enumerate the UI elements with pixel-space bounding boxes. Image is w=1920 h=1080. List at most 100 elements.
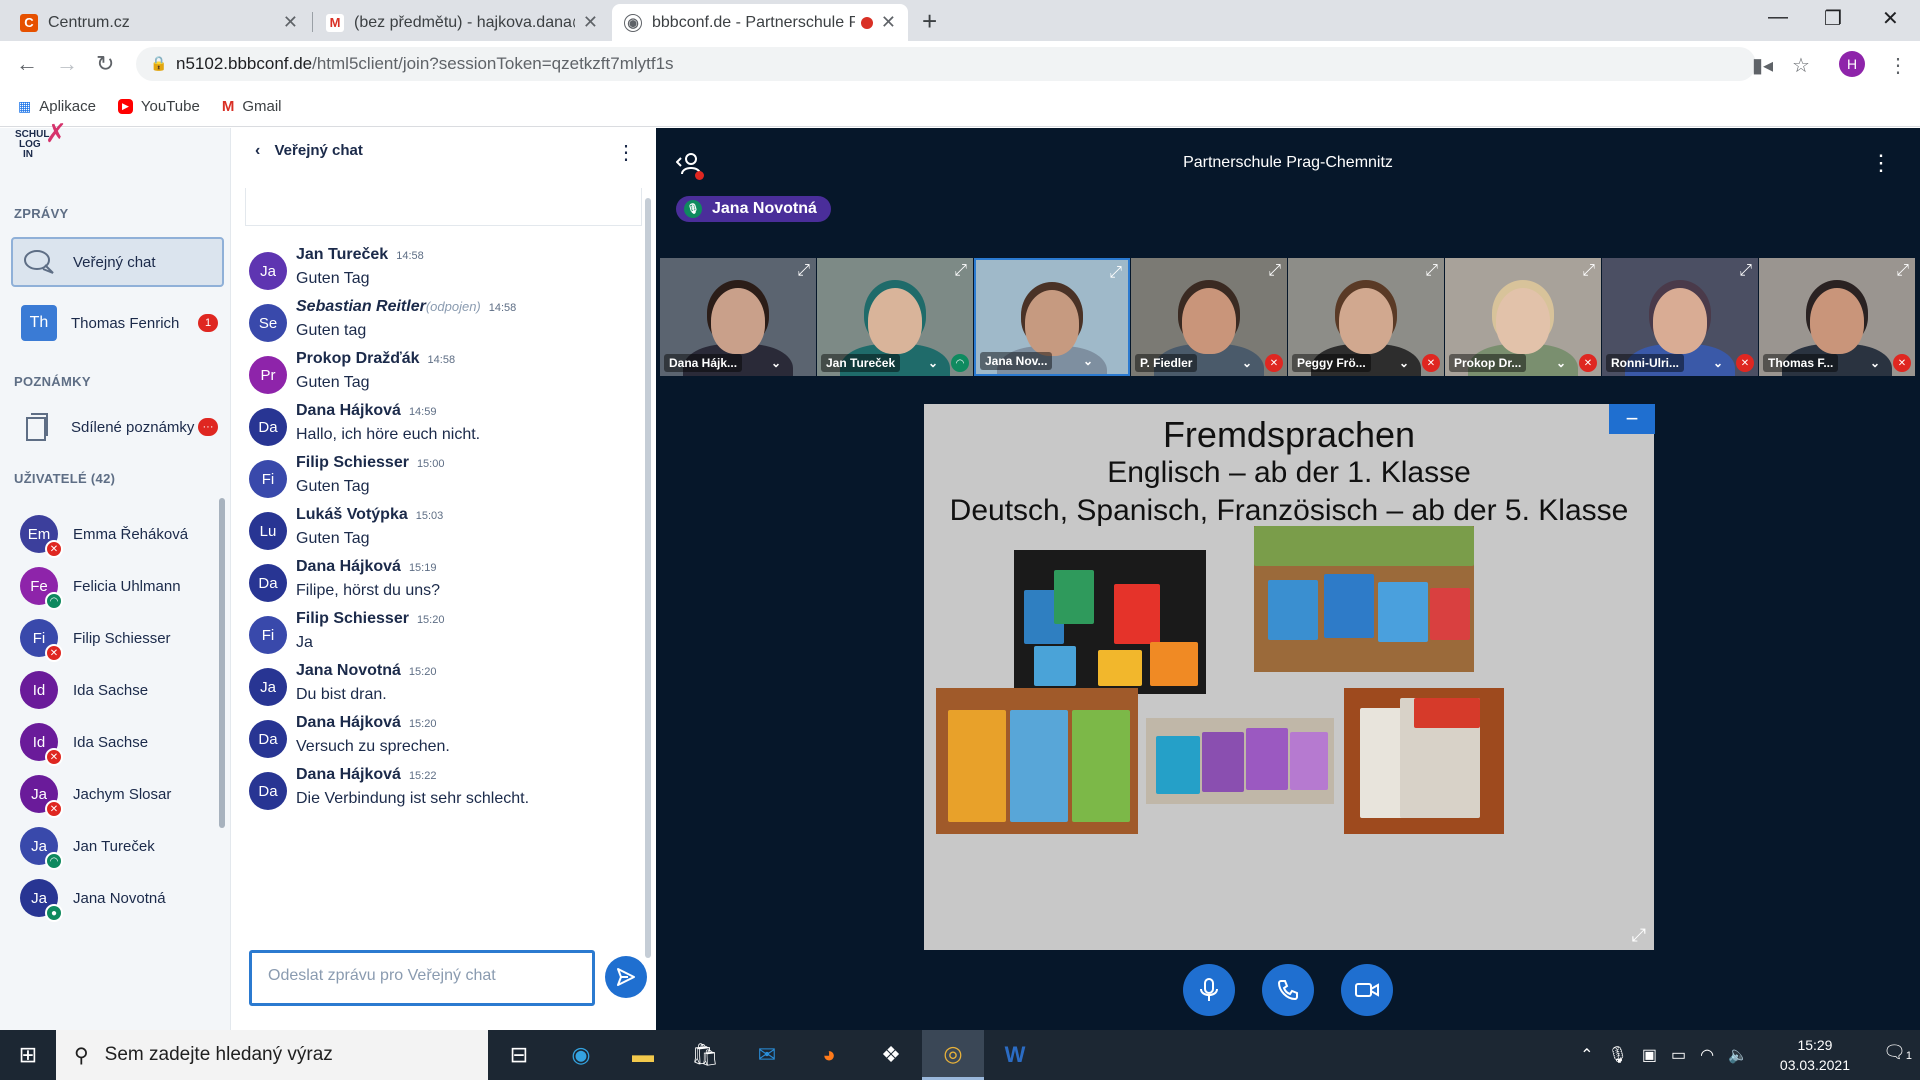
microphone-button[interactable] <box>1183 964 1235 1016</box>
windows-start-icon[interactable]: ⊞ <box>0 1030 56 1080</box>
fullscreen-icon[interactable]: ⤢ <box>1739 262 1752 280</box>
bookmark-youtube[interactable]: ▶ YouTube <box>117 98 200 115</box>
fullscreen-icon[interactable]: ⤢ <box>1896 262 1909 280</box>
chat-scrollbar[interactable] <box>645 198 651 958</box>
close-tab-icon[interactable]: ✕ <box>881 12 896 33</box>
chevron-down-icon[interactable]: ⌄ <box>923 354 943 372</box>
fullscreen-icon[interactable]: ⤢ <box>1425 262 1438 280</box>
webcam-tile[interactable]: ⤢ Dana Hájk... ⌄ <box>660 258 816 376</box>
webcam-label[interactable]: Dana Hájk... <box>664 354 743 372</box>
webcam-tile[interactable]: ⤢ Jan Tureček ⌄ ◠ <box>817 258 973 376</box>
user-list-item[interactable]: Ja ● Jana Novotná <box>20 872 220 924</box>
forward-icon[interactable]: → <box>56 51 78 77</box>
taskbar-clock[interactable]: 15:29 03.03.2021 <box>1780 1035 1850 1075</box>
webcam-tile[interactable]: ⤢ Peggy Frö... ⌄ ✕ <box>1288 258 1444 376</box>
user-list-item[interactable]: Id ✕ Ida Sachse <box>20 716 220 768</box>
tab-bbbconf[interactable]: ◉ bbbconf.de - Partnerschule P ✕ <box>612 4 908 41</box>
webcam-tile[interactable]: ⤢ P. Fiedler ⌄ ✕ <box>1131 258 1287 376</box>
chevron-down-icon[interactable]: ⌄ <box>1551 354 1571 372</box>
reload-icon[interactable]: ↻ <box>96 51 114 77</box>
volume-icon[interactable]: 🔈 <box>1728 1045 1748 1065</box>
webcam-label[interactable]: Prokop Dr... <box>1449 354 1527 372</box>
close-tab-icon[interactable]: ✕ <box>283 12 298 33</box>
webcam-label[interactable]: Ronni-Ulri... <box>1606 354 1684 372</box>
audio-phone-button[interactable] <box>1262 964 1314 1016</box>
wifi-icon[interactable]: ◠ <box>1700 1045 1714 1065</box>
chrome-icon[interactable]: ◎ <box>922 1030 984 1080</box>
user-list-scrollbar[interactable] <box>219 498 225 828</box>
private-chat-item[interactable]: Th Thomas Fenrich 1 <box>11 298 224 348</box>
chat-header[interactable]: ‹ Veřejný chat <box>255 142 363 160</box>
chat-bubble-icon <box>24 250 54 274</box>
webcam-label[interactable]: Jan Tureček <box>821 354 901 372</box>
webcam-tile[interactable]: ⤢ Thomas F... ⌄ ✕ <box>1759 258 1915 376</box>
camera-tray-icon[interactable]: ▣ <box>1642 1045 1657 1065</box>
shared-notes-item[interactable]: Sdílené poznámky ··· <box>11 402 224 452</box>
url-field[interactable]: 🔒 n5102.bbbconf.de/html5client/join?sess… <box>136 47 1756 81</box>
minimize-window-icon[interactable]: — <box>1768 6 1788 29</box>
chat-message: Ja Jan Tureček 14:58 Guten Tag <box>249 246 629 306</box>
chevron-up-icon[interactable]: ⌃ <box>1580 1045 1593 1065</box>
fullscreen-presentation-icon[interactable]: ⤢ <box>1632 925 1646 946</box>
user-list-item[interactable]: Em ✕ Emma Řeháková <box>20 508 220 560</box>
user-list-item[interactable]: Fe ◠ Felicia Uhlmann <box>20 560 220 612</box>
mail-icon[interactable]: ✉ <box>736 1030 798 1080</box>
word-icon[interactable]: W <box>984 1030 1046 1080</box>
webcam-label[interactable]: Jana Nov... <box>980 352 1053 370</box>
close-tab-icon[interactable]: ✕ <box>583 12 598 33</box>
store-icon[interactable]: 🛍 <box>674 1030 736 1080</box>
new-tab-button[interactable]: + <box>922 6 937 37</box>
battery-icon[interactable]: ▭ <box>1671 1045 1686 1065</box>
webcam-label[interactable]: Thomas F... <box>1763 354 1839 372</box>
chevron-down-icon[interactable]: ⌄ <box>1865 354 1885 372</box>
chevron-down-icon[interactable]: ⌄ <box>1078 352 1098 370</box>
camera-icon[interactable]: ▮◂ <box>1752 53 1773 78</box>
task-view-icon[interactable]: ⊟ <box>488 1030 550 1080</box>
chevron-down-icon[interactable]: ⌄ <box>766 354 786 372</box>
chevron-down-icon[interactable]: ⌄ <box>1237 354 1257 372</box>
user-list-item[interactable]: Ja ✕ Jachym Slosar <box>20 768 220 820</box>
public-chat-item[interactable]: Veřejný chat <box>11 237 224 287</box>
taskbar-search[interactable]: ⚲ Sem zadejte hledaný výraz <box>56 1030 488 1080</box>
chat-message-input[interactable]: Odeslat zprávu pro Veřejný chat <box>249 950 595 1006</box>
tab-gmail[interactable]: M (bez předmětu) - hajkova.dana@ ✕ <box>314 4 610 41</box>
profile-avatar[interactable]: H <box>1839 51 1865 77</box>
fullscreen-icon[interactable]: ⤢ <box>797 262 810 280</box>
fullscreen-icon[interactable]: ⤢ <box>1268 262 1281 280</box>
webcam-label[interactable]: P. Fiedler <box>1135 354 1198 372</box>
user-list-item[interactable]: Fi ✕ Filip Schiesser <box>20 612 220 664</box>
restore-window-icon[interactable]: ❐ <box>1824 6 1842 31</box>
user-list-item[interactable]: Ja ◠ Jan Tureček <box>20 820 220 872</box>
user-name: Ida Sachse <box>73 733 149 751</box>
webcam-tile[interactable]: ⤢ Ronni-Ulri... ⌄ ✕ <box>1602 258 1758 376</box>
star-icon[interactable]: ☆ <box>1792 53 1810 78</box>
send-message-button[interactable] <box>605 956 647 998</box>
fullscreen-icon[interactable]: ⤢ <box>1109 264 1122 282</box>
webcam-tile[interactable]: ⤢ Prokop Dr... ⌄ ✕ <box>1445 258 1601 376</box>
bookmark-apps[interactable]: ▦ Aplikace <box>18 98 96 115</box>
firefox-icon[interactable]: ◕ <box>798 1030 860 1080</box>
microphone-tray-icon[interactable]: 🎙 <box>1608 1045 1628 1065</box>
webcam-tile[interactable]: ⤢ Jana Nov... ⌄ <box>974 258 1130 376</box>
dropbox-icon[interactable]: ❖ <box>860 1030 922 1080</box>
bookmark-gmail[interactable]: M Gmail <box>222 98 282 115</box>
chat-options-icon[interactable]: ⋮ <box>616 140 636 165</box>
tab-centrum[interactable]: C Centrum.cz ✕ <box>8 4 310 41</box>
chevron-left-icon[interactable]: ‹ <box>255 142 260 159</box>
talking-indicator[interactable]: 🎙 Jana Novotná <box>676 196 831 222</box>
bookmark-label: Gmail <box>242 98 282 115</box>
file-explorer-icon[interactable]: ▬ <box>612 1030 674 1080</box>
fullscreen-icon[interactable]: ⤢ <box>1582 262 1595 280</box>
meeting-options-icon[interactable]: ⋮ <box>1870 150 1892 176</box>
fullscreen-icon[interactable]: ⤢ <box>954 262 967 280</box>
notification-center-icon[interactable]: 🗨 1 <box>1883 1042 1912 1063</box>
back-icon[interactable]: ← <box>16 51 38 77</box>
chevron-down-icon[interactable]: ⌄ <box>1394 354 1414 372</box>
webcam-label[interactable]: Peggy Frö... <box>1292 354 1371 372</box>
webcam-button[interactable] <box>1341 964 1393 1016</box>
user-list-item[interactable]: Id Ida Sachse <box>20 664 220 716</box>
chevron-down-icon[interactable]: ⌄ <box>1708 354 1728 372</box>
browser-menu-icon[interactable]: ⋮ <box>1888 53 1908 78</box>
close-window-icon[interactable]: ✕ <box>1882 6 1899 31</box>
edge-icon[interactable]: ◉ <box>550 1030 612 1080</box>
